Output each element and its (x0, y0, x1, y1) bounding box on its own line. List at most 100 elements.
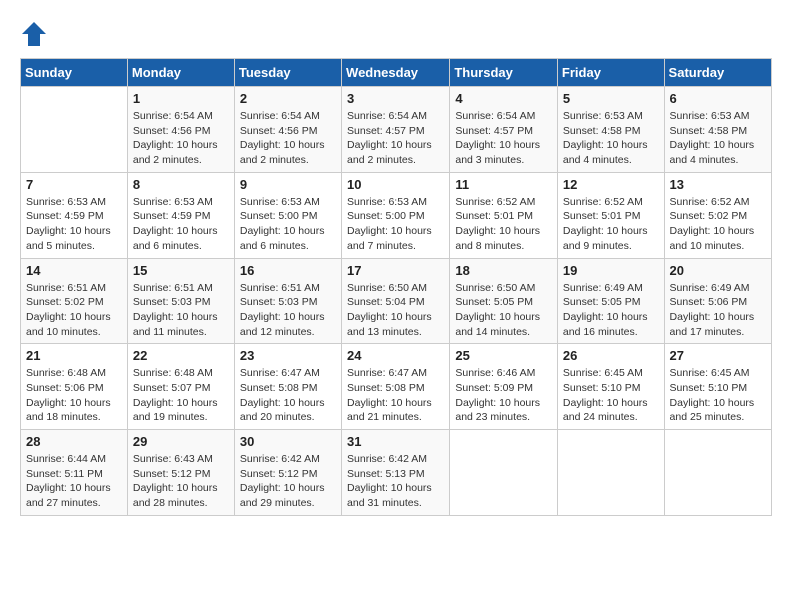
calendar-cell (450, 430, 558, 516)
day-number: 4 (455, 91, 552, 106)
calendar-cell: 5 Sunrise: 6:53 AMSunset: 4:58 PMDaylight… (557, 87, 664, 173)
calendar-cell: 30 Sunrise: 6:42 AMSunset: 5:12 PMDayligh… (234, 430, 341, 516)
cell-content: Sunrise: 6:45 AMSunset: 5:10 PMDaylight:… (670, 366, 766, 425)
calendar-cell: 31 Sunrise: 6:42 AMSunset: 5:13 PMDayligh… (342, 430, 450, 516)
calendar-cell: 7 Sunrise: 6:53 AMSunset: 4:59 PMDaylight… (21, 172, 128, 258)
cell-content: Sunrise: 6:52 AMSunset: 5:01 PMDaylight:… (455, 195, 552, 254)
calendar-cell: 8 Sunrise: 6:53 AMSunset: 4:59 PMDaylight… (127, 172, 234, 258)
day-number: 7 (26, 177, 122, 192)
day-number: 30 (240, 434, 336, 449)
calendar-cell: 24 Sunrise: 6:47 AMSunset: 5:08 PMDayligh… (342, 344, 450, 430)
calendar-cell: 11 Sunrise: 6:52 AMSunset: 5:01 PMDayligh… (450, 172, 558, 258)
calendar-header: SundayMondayTuesdayWednesdayThursdayFrid… (21, 59, 772, 87)
cell-content: Sunrise: 6:53 AMSunset: 5:00 PMDaylight:… (347, 195, 444, 254)
cell-content: Sunrise: 6:45 AMSunset: 5:10 PMDaylight:… (563, 366, 659, 425)
day-number: 12 (563, 177, 659, 192)
day-number: 24 (347, 348, 444, 363)
calendar-cell: 28 Sunrise: 6:44 AMSunset: 5:11 PMDayligh… (21, 430, 128, 516)
header-row: SundayMondayTuesdayWednesdayThursdayFrid… (21, 59, 772, 87)
calendar-cell: 13 Sunrise: 6:52 AMSunset: 5:02 PMDayligh… (664, 172, 771, 258)
logo (20, 20, 52, 48)
day-number: 2 (240, 91, 336, 106)
calendar-cell: 20 Sunrise: 6:49 AMSunset: 5:06 PMDayligh… (664, 258, 771, 344)
cell-content: Sunrise: 6:49 AMSunset: 5:06 PMDaylight:… (670, 281, 766, 340)
cell-content: Sunrise: 6:46 AMSunset: 5:09 PMDaylight:… (455, 366, 552, 425)
calendar-cell: 15 Sunrise: 6:51 AMSunset: 5:03 PMDayligh… (127, 258, 234, 344)
cell-content: Sunrise: 6:48 AMSunset: 5:07 PMDaylight:… (133, 366, 229, 425)
cell-content: Sunrise: 6:51 AMSunset: 5:03 PMDaylight:… (133, 281, 229, 340)
cell-content: Sunrise: 6:42 AMSunset: 5:13 PMDaylight:… (347, 452, 444, 511)
day-number: 18 (455, 263, 552, 278)
cell-content: Sunrise: 6:42 AMSunset: 5:12 PMDaylight:… (240, 452, 336, 511)
day-number: 31 (347, 434, 444, 449)
logo-icon (20, 20, 48, 48)
day-number: 8 (133, 177, 229, 192)
cell-content: Sunrise: 6:52 AMSunset: 5:02 PMDaylight:… (670, 195, 766, 254)
calendar-week-4: 21Sunrise: 6:48 AMSunset: 5:06 PMDayligh… (21, 344, 772, 430)
calendar-cell: 22Sunrise: 6:48 AMSunset: 5:07 PMDayligh… (127, 344, 234, 430)
calendar-cell: 14Sunrise: 6:51 AMSunset: 5:02 PMDayligh… (21, 258, 128, 344)
day-number: 26 (563, 348, 659, 363)
calendar-cell (21, 87, 128, 173)
cell-content: Sunrise: 6:53 AMSunset: 4:58 PMDaylight:… (563, 109, 659, 168)
day-number: 14 (26, 263, 122, 278)
day-number: 5 (563, 91, 659, 106)
cell-content: Sunrise: 6:54 AMSunset: 4:56 PMDaylight:… (133, 109, 229, 168)
calendar-body: 1 Sunrise: 6:54 AMSunset: 4:56 PMDaylight… (21, 87, 772, 516)
header-day-thursday: Thursday (450, 59, 558, 87)
calendar-cell: 6Sunrise: 6:53 AMSunset: 4:58 PMDaylight… (664, 87, 771, 173)
calendar-cell: 3Sunrise: 6:54 AMSunset: 4:57 PMDaylight… (342, 87, 450, 173)
cell-content: Sunrise: 6:51 AMSunset: 5:03 PMDaylight:… (240, 281, 336, 340)
calendar-cell: 4 Sunrise: 6:54 AMSunset: 4:57 PMDaylight… (450, 87, 558, 173)
day-number: 6 (670, 91, 766, 106)
day-number: 27 (670, 348, 766, 363)
calendar-week-2: 7 Sunrise: 6:53 AMSunset: 4:59 PMDaylight… (21, 172, 772, 258)
calendar-cell: 12 Sunrise: 6:52 AMSunset: 5:01 PMDayligh… (557, 172, 664, 258)
calendar-cell: 1 Sunrise: 6:54 AMSunset: 4:56 PMDaylight… (127, 87, 234, 173)
day-number: 10 (347, 177, 444, 192)
page-header (20, 20, 772, 48)
calendar-cell: 19Sunrise: 6:49 AMSunset: 5:05 PMDayligh… (557, 258, 664, 344)
day-number: 11 (455, 177, 552, 192)
calendar-cell: 9 Sunrise: 6:53 AMSunset: 5:00 PMDaylight… (234, 172, 341, 258)
calendar-cell: 26 Sunrise: 6:45 AMSunset: 5:10 PMDayligh… (557, 344, 664, 430)
cell-content: Sunrise: 6:49 AMSunset: 5:05 PMDaylight:… (563, 281, 659, 340)
day-number: 17 (347, 263, 444, 278)
cell-content: Sunrise: 6:44 AMSunset: 5:11 PMDaylight:… (26, 452, 122, 511)
calendar-week-5: 28 Sunrise: 6:44 AMSunset: 5:11 PMDayligh… (21, 430, 772, 516)
cell-content: Sunrise: 6:52 AMSunset: 5:01 PMDaylight:… (563, 195, 659, 254)
cell-content: Sunrise: 6:53 AMSunset: 4:59 PMDaylight:… (26, 195, 122, 254)
calendar-cell: 25Sunrise: 6:46 AMSunset: 5:09 PMDayligh… (450, 344, 558, 430)
day-number: 23 (240, 348, 336, 363)
calendar-cell: 10 Sunrise: 6:53 AMSunset: 5:00 PMDayligh… (342, 172, 450, 258)
calendar-week-1: 1 Sunrise: 6:54 AMSunset: 4:56 PMDaylight… (21, 87, 772, 173)
calendar-cell: 21Sunrise: 6:48 AMSunset: 5:06 PMDayligh… (21, 344, 128, 430)
day-number: 16 (240, 263, 336, 278)
cell-content: Sunrise: 6:53 AMSunset: 4:59 PMDaylight:… (133, 195, 229, 254)
cell-content: Sunrise: 6:47 AMSunset: 5:08 PMDaylight:… (347, 366, 444, 425)
cell-content: Sunrise: 6:53 AMSunset: 5:00 PMDaylight:… (240, 195, 336, 254)
day-number: 15 (133, 263, 229, 278)
day-number: 21 (26, 348, 122, 363)
calendar-cell: 16 Sunrise: 6:51 AMSunset: 5:03 PMDayligh… (234, 258, 341, 344)
calendar-cell: 23 Sunrise: 6:47 AMSunset: 5:08 PMDayligh… (234, 344, 341, 430)
day-number: 28 (26, 434, 122, 449)
calendar-cell: 27 Sunrise: 6:45 AMSunset: 5:10 PMDayligh… (664, 344, 771, 430)
day-number: 20 (670, 263, 766, 278)
day-number: 9 (240, 177, 336, 192)
calendar-cell: 17Sunrise: 6:50 AMSunset: 5:04 PMDayligh… (342, 258, 450, 344)
day-number: 13 (670, 177, 766, 192)
day-number: 3 (347, 91, 444, 106)
calendar-cell: 29 Sunrise: 6:43 AMSunset: 5:12 PMDayligh… (127, 430, 234, 516)
cell-content: Sunrise: 6:43 AMSunset: 5:12 PMDaylight:… (133, 452, 229, 511)
calendar-table: SundayMondayTuesdayWednesdayThursdayFrid… (20, 58, 772, 516)
header-day-wednesday: Wednesday (342, 59, 450, 87)
cell-content: Sunrise: 6:54 AMSunset: 4:57 PMDaylight:… (455, 109, 552, 168)
cell-content: Sunrise: 6:47 AMSunset: 5:08 PMDaylight:… (240, 366, 336, 425)
header-day-friday: Friday (557, 59, 664, 87)
header-day-tuesday: Tuesday (234, 59, 341, 87)
day-number: 29 (133, 434, 229, 449)
calendar-cell: 2Sunrise: 6:54 AMSunset: 4:56 PMDaylight… (234, 87, 341, 173)
calendar-cell (557, 430, 664, 516)
day-number: 1 (133, 91, 229, 106)
